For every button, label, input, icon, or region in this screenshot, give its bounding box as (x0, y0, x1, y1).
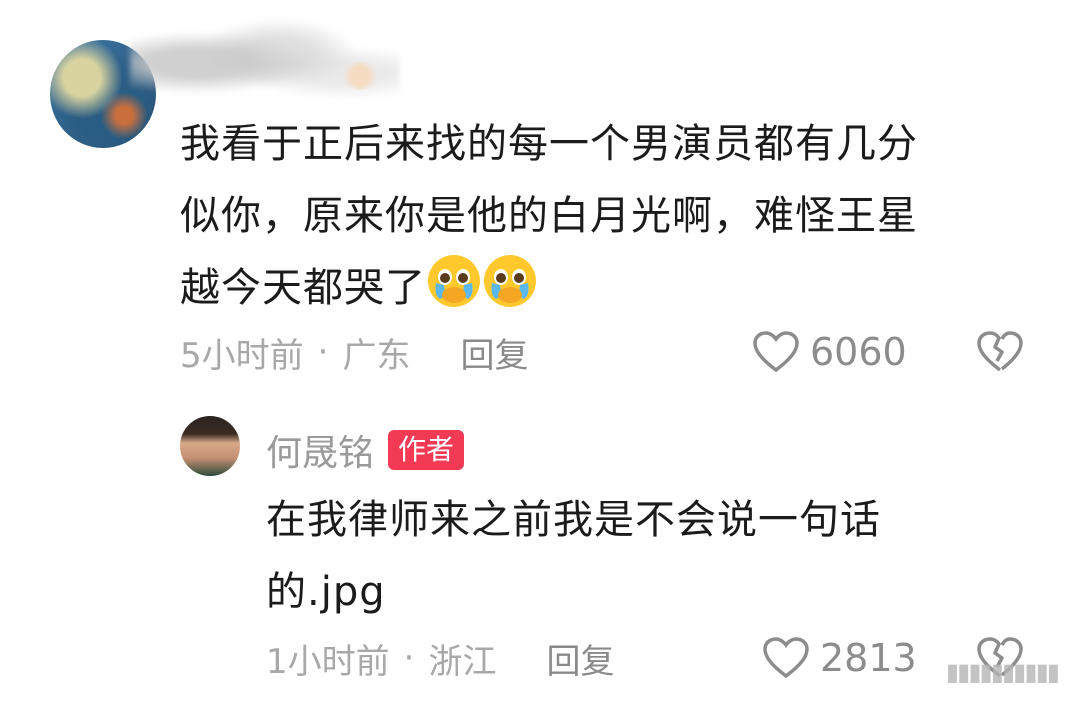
reply-line-1: 在我律师来之前我是不会说一句话 (266, 497, 881, 543)
comment-body: 我看于正后来找的每一个男演员都有几分 似你，原来你是他的白月光啊，难怪王星 越今… (180, 108, 918, 324)
comment-location: 广东 (342, 335, 411, 376)
reply-body: 在我律师来之前我是不会说一句话 的.jpg (266, 484, 881, 628)
pleading-face-emoji (428, 255, 480, 307)
reply-header: 何晟铭 作者 (266, 424, 465, 476)
like-count: 6060 (810, 330, 907, 374)
like-group[interactable]: 6060 (752, 330, 907, 374)
reply-like-count: 2813 (820, 636, 917, 680)
comment-line-1: 我看于正后来找的每一个男演员都有几分 (180, 121, 918, 167)
watermark: ▮▮▮▮▮▮▮▮▮▮ (945, 658, 1060, 686)
heart-outline-icon[interactable] (762, 636, 810, 680)
comment-time: 5小时前 (180, 335, 304, 376)
meta-separator: · (317, 332, 329, 372)
author-avatar[interactable] (180, 416, 240, 476)
reply-like-group[interactable]: 2813 (762, 636, 917, 680)
meta-separator: · (403, 638, 415, 678)
pleading-face-emoji (484, 255, 536, 307)
comment-line-2: 似你，原来你是他的白月光啊，难怪王星 (180, 193, 918, 239)
reply-meta: 1小时前 · 浙江 回复 (266, 634, 614, 683)
comment-meta: 5小时前 · 广东 回复 (180, 328, 528, 377)
reply-reply-button[interactable]: 回复 (546, 634, 614, 683)
reply-line-2: 的.jpg (266, 569, 386, 615)
blurred-username-decoration (340, 62, 380, 90)
comment-line-3: 越今天都哭了 (180, 265, 426, 311)
broken-heart-icon[interactable] (976, 330, 1024, 374)
author-name[interactable]: 何晟铭 (266, 424, 374, 476)
reply-time: 1小时前 (266, 641, 390, 682)
heart-outline-icon[interactable] (752, 330, 800, 374)
author-badge: 作者 (388, 430, 465, 470)
reply-button[interactable]: 回复 (460, 328, 528, 377)
comment-line-3-wrap: 越今天都哭了 (180, 252, 918, 324)
reply-location: 浙江 (428, 641, 497, 682)
